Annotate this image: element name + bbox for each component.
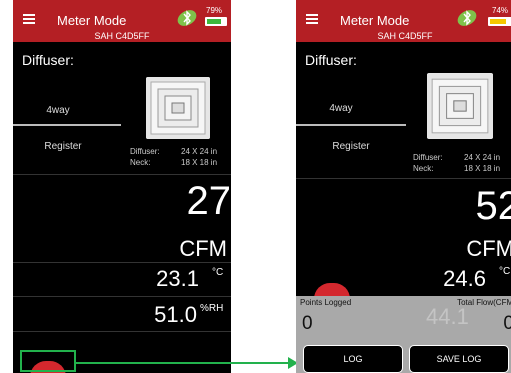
points-logged-label: Points Logged (300, 298, 352, 307)
divider (13, 262, 231, 263)
tab-4way[interactable]: 4way (13, 105, 103, 116)
divider (13, 296, 231, 297)
temperature-value: 24.6 (443, 266, 486, 291)
phone-screen-right: Meter Mode SAH C4D5FF 74% Diffuser: 4way… (296, 0, 511, 373)
diffuser-grille-icon (427, 73, 493, 139)
battery-icon (205, 17, 227, 26)
save-log-button[interactable]: SAVE LOG (409, 345, 509, 373)
app-header: Meter Mode SAH C4D5FF 74% (296, 0, 511, 42)
divider (13, 174, 231, 175)
screen-title: Meter Mode (57, 13, 127, 28)
diffuser-spec-value: 24 X 24 in (181, 147, 218, 156)
points-logged-value: 0 (302, 313, 313, 334)
bluetooth-connected-icon (457, 10, 477, 26)
highlight-box (20, 350, 76, 372)
diffuser-heading: Diffuser: (305, 52, 357, 68)
diffuser-heading: Diffuser: (22, 52, 74, 68)
diffuser-grille-icon (146, 77, 210, 139)
battery-percent: 74% (492, 6, 509, 15)
humidity-value-ghost: 44.1 (426, 304, 469, 329)
total-flow-label: Total Flow(CFM): (457, 298, 511, 307)
humidity-value: 51.0 (154, 302, 197, 327)
humidity-unit: %RH (200, 303, 224, 314)
bluetooth-connected-icon (177, 10, 197, 26)
flow-unit: CFM (179, 236, 227, 261)
tab-selected-indicator (296, 124, 406, 126)
temperature-value: 23.1 (156, 266, 199, 291)
screen-title: Meter Mode (340, 13, 410, 28)
divider (13, 331, 231, 332)
neck-spec-value: 18 X 18 in (464, 164, 501, 173)
phone-screen-left: Meter Mode SAH C4D5FF 79% Diffuser: 4way… (13, 0, 231, 373)
flow-value: 27 (186, 179, 232, 223)
app-header: Meter Mode SAH C4D5FF 79% (13, 0, 231, 42)
battery-icon (488, 17, 511, 26)
temperature-unit: °C (499, 266, 511, 277)
temperature-unit: °C (212, 267, 224, 278)
device-id: SAH C4D5FF (94, 31, 150, 41)
hamburger-menu-icon[interactable] (306, 14, 318, 24)
diffuser-spec-value: 24 X 24 in (464, 153, 501, 162)
flow-unit: CFM (466, 236, 511, 261)
tab-selected-indicator (13, 124, 121, 126)
log-button[interactable]: LOG (303, 345, 403, 373)
arrow-connector (76, 357, 298, 369)
tab-register[interactable]: Register (306, 141, 396, 152)
diffuser-spec-label: Diffuser: (413, 153, 443, 162)
neck-spec-value: 18 X 18 in (181, 158, 218, 167)
neck-spec-label: Neck: (413, 164, 434, 173)
flow-value: 52 (475, 184, 511, 228)
tab-register[interactable]: Register (18, 141, 108, 152)
hamburger-menu-icon[interactable] (23, 14, 35, 24)
divider (296, 178, 511, 179)
battery-percent: 79% (206, 6, 223, 15)
battery-fill (490, 19, 506, 24)
neck-spec-label: Neck: (130, 158, 151, 167)
diffuser-spec-label: Diffuser: (130, 147, 160, 156)
tab-4way[interactable]: 4way (296, 103, 386, 114)
device-id: SAH C4D5FF (377, 31, 433, 41)
battery-fill (207, 19, 221, 24)
total-flow-value: 0 (503, 313, 511, 334)
